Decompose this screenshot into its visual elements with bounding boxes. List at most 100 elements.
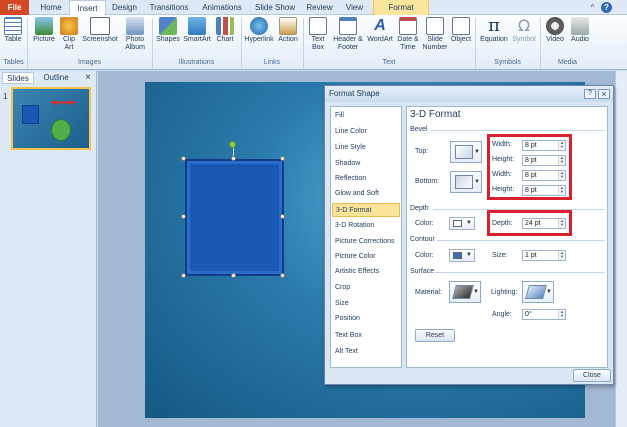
shapes-label: Shapes [156, 36, 180, 43]
hyperlink-button[interactable]: Hyperlink [243, 17, 275, 44]
slide-thumbnail[interactable] [11, 87, 91, 150]
date-time-button[interactable]: Date & Time [395, 17, 421, 52]
selected-rectangle-shape[interactable] [185, 159, 284, 276]
help-icon[interactable]: ? [601, 2, 612, 13]
resize-handle-right[interactable] [280, 214, 285, 219]
symbol-button[interactable]: Ω Symbol [511, 17, 537, 44]
wordart-button[interactable]: A WordArt [365, 17, 395, 44]
tab-view[interactable]: View [338, 0, 371, 15]
contour-size-input[interactable]: 1 pt ▲ ▼ [522, 250, 566, 261]
nav-alt-text[interactable]: Alt Text [332, 345, 400, 359]
nav-position[interactable]: Position [332, 312, 400, 326]
chevron-down-icon: ▼ [473, 289, 479, 295]
close-button[interactable]: Close [573, 369, 611, 382]
angle-input[interactable]: 0° ▲ ▼ [522, 309, 566, 320]
resize-handle-bottom[interactable] [231, 273, 236, 278]
table-label: Table [4, 36, 22, 43]
smartart-button[interactable]: SmartArt [182, 17, 212, 44]
spinner-arrows-icon[interactable]: ▲ ▼ [558, 251, 565, 260]
nav-line-color[interactable]: Line Color [332, 125, 400, 139]
nav-picture-corrections[interactable]: Picture Corrections [332, 235, 400, 249]
tab-transitions[interactable]: Transitions [143, 0, 195, 15]
date-time-icon [399, 17, 417, 35]
resize-handle-top-left[interactable] [181, 156, 186, 161]
nav-reflection[interactable]: Reflection [332, 172, 400, 186]
slide-number: 1 [3, 92, 8, 101]
nav-line-style[interactable]: Line Style [332, 141, 400, 155]
tab-insert[interactable]: Insert [69, 0, 106, 16]
symbol-icon: Ω [517, 16, 531, 35]
resize-handle-bottom-right[interactable] [280, 273, 285, 278]
nav-3d-rotation[interactable]: 3-D Rotation [332, 219, 400, 233]
surface-header: Surface [410, 268, 435, 275]
table-button[interactable]: Table [1, 17, 25, 44]
equation-button[interactable]: π Equation [477, 17, 511, 44]
video-button[interactable]: Video [542, 17, 568, 44]
lighting-picker[interactable]: ▼ [522, 281, 554, 303]
bevel-top-picker[interactable]: ▼ [450, 141, 482, 163]
dialog-help-button[interactable]: ? [584, 89, 596, 99]
minimize-ribbon-icon[interactable]: ^ [587, 2, 598, 13]
picture-button[interactable]: Picture [30, 17, 58, 44]
screenshot-button[interactable]: Screenshot [80, 17, 120, 44]
nav-glow-soft-edges[interactable]: Glow and Soft Edges [332, 187, 400, 211]
hyperlink-label: Hyperlink [244, 36, 274, 43]
nav-crop[interactable]: Crop [332, 281, 400, 295]
rotation-handle[interactable] [229, 141, 236, 148]
spinner-arrows-icon[interactable]: ▲ ▼ [558, 310, 565, 319]
reset-button[interactable]: Reset [415, 329, 455, 342]
bevel-bottom-picker[interactable]: ▼ [450, 171, 482, 193]
ribbon-tab-bar: File Home Insert Design Transitions Anim… [0, 0, 627, 16]
nav-fill[interactable]: Fill [332, 109, 400, 123]
resize-handle-top[interactable] [231, 156, 236, 161]
audio-button[interactable]: Audio [568, 17, 592, 44]
resize-handle-left[interactable] [181, 214, 186, 219]
equation-icon: π [488, 15, 500, 36]
nav-text-box[interactable]: Text Box [332, 329, 400, 343]
tab-review[interactable]: Review [301, 0, 338, 15]
clip-art-button[interactable]: Clip Art [58, 17, 80, 52]
nav-size[interactable]: Size [332, 297, 400, 311]
tab-slide-show[interactable]: Slide Show [249, 0, 301, 15]
tab-animations[interactable]: Animations [195, 0, 249, 15]
dialog-title-bar[interactable]: Format Shape [325, 86, 613, 102]
equation-label: Equation [480, 36, 508, 43]
close-pane-icon[interactable]: × [82, 72, 94, 84]
material-picker[interactable]: ▼ [449, 281, 481, 303]
depth-color-picker[interactable]: ▼ [449, 217, 475, 230]
bevel-highlight-box [487, 134, 572, 200]
object-button[interactable]: Object [449, 17, 473, 44]
slide-number-icon [426, 17, 444, 35]
slide-number-button[interactable]: Slide Number [421, 17, 449, 52]
contour-size-value: 1 pt [525, 252, 537, 259]
dialog-close-x-button[interactable]: × [598, 89, 610, 99]
tab-slides[interactable]: Slides [2, 72, 34, 84]
resize-handle-bottom-left[interactable] [181, 273, 186, 278]
depth-color-label: Color: [415, 220, 434, 227]
nav-shadow[interactable]: Shadow [332, 157, 400, 171]
thumbnail-arrow [50, 100, 76, 105]
chart-button[interactable]: Chart [212, 17, 238, 44]
group-symbols: Symbols [494, 59, 521, 66]
tab-file[interactable]: File [0, 0, 29, 15]
bevel-bottom-label: Bottom: [415, 178, 440, 185]
header-footer-button[interactable]: Header & Footer [331, 17, 365, 52]
object-icon [452, 17, 470, 35]
group-text: Text [382, 59, 396, 66]
tab-outline[interactable]: Outline [36, 72, 76, 84]
action-button[interactable]: Action [275, 17, 301, 44]
tab-format[interactable]: Format [373, 0, 429, 15]
chevron-down-icon: ▼ [474, 149, 480, 155]
nav-artistic-effects[interactable]: Artistic Effects [332, 265, 400, 279]
resize-handle-top-right[interactable] [280, 156, 285, 161]
tab-design[interactable]: Design [106, 0, 143, 15]
nav-3d-format[interactable]: 3-D Format [332, 203, 400, 217]
contour-color-picker[interactable]: ▼ [449, 249, 475, 262]
text-box-button[interactable]: Text Box [305, 17, 331, 52]
tab-home[interactable]: Home [33, 0, 69, 15]
group-links: Links [263, 59, 281, 66]
vertical-scrollbar[interactable] [615, 71, 627, 427]
nav-picture-color[interactable]: Picture Color [332, 250, 400, 264]
shapes-button[interactable]: Shapes [154, 17, 182, 44]
photo-album-button[interactable]: Photo Album [120, 17, 150, 52]
